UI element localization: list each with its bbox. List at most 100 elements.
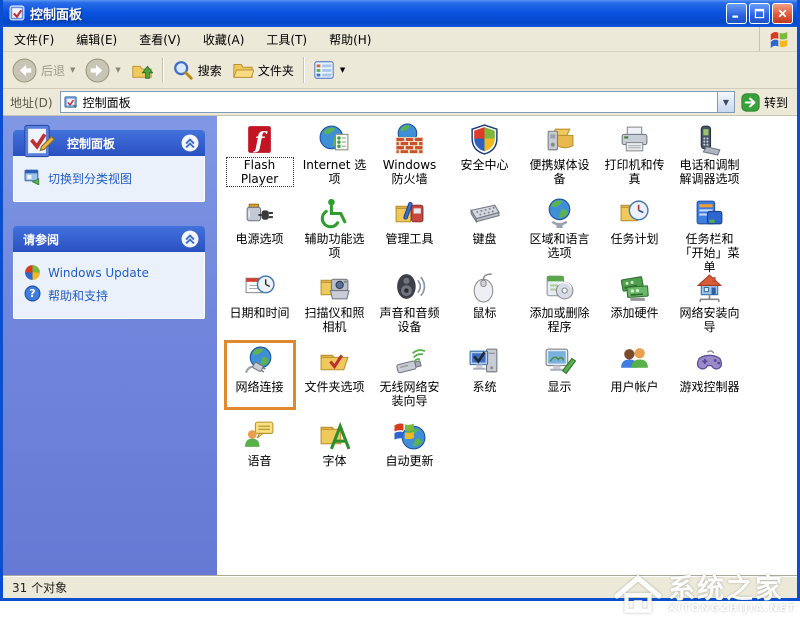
item-label: 扫描仪和照相机 [302,306,368,334]
content-area: fFlash Player Internet 选项 Windows 防火墙安全中心便… [217,116,797,575]
item-display[interactable]: 显示 [527,343,593,407]
portable-media-devices-icon [543,123,576,156]
item-network-connections[interactable]: 网络连接 [227,343,293,407]
watermark: 系统之家 XITONGZHIJIA.NET [612,573,796,617]
item-label: 电源选项 [235,232,283,246]
administrative-tools-icon [393,197,426,230]
sidebar-item-label: 帮助和支持 [48,285,108,304]
main-area: 控制面板 切换到分类视图 请参阅 Windows Update?帮助和支持 fF… [3,116,797,575]
chevron-up-icon[interactable] [181,230,199,248]
item-label: Internet 选项 [302,158,368,186]
up-button[interactable] [126,57,158,83]
mouse-icon [468,271,501,304]
sidebar-item-help-support[interactable]: ? 帮助和支持 [24,285,198,304]
watermark-house-icon [612,573,664,617]
menu-item[interactable]: 文件(F) [3,27,65,52]
menu-item[interactable]: 收藏(A) [192,27,256,52]
folders-button[interactable]: 文件夹 [227,57,299,83]
menu-item[interactable]: 帮助(H) [318,27,382,52]
item-wireless-network-wizard[interactable]: 无线网络安装向导 [377,343,443,408]
item-label: 区域和语言选项 [527,232,593,260]
item-flash-player[interactable]: fFlash Player [227,121,293,186]
address-page-icon [64,95,79,110]
search-button[interactable]: 搜索 [167,57,227,83]
fonts-icon [318,419,351,452]
search-icon [172,59,194,81]
item-label: 语音 [247,454,271,468]
scheduled-tasks-icon [618,197,651,230]
address-input[interactable]: 控制面板 ▼ [60,91,735,113]
sidebar-item-switch-category-view[interactable]: 切换到分类视图 [24,168,198,187]
item-add-hardware[interactable]: 添加硬件 [602,269,668,333]
phone-modem-icon [693,123,726,156]
date-time-icon [243,271,276,304]
item-label: 无线网络安装向导 [377,380,443,408]
minimize-button[interactable] [726,3,747,24]
sidebar-item-windows-update[interactable]: Windows Update [24,264,198,281]
item-label: 电话和调制解调器选项 [677,158,743,186]
close-button[interactable] [772,3,793,24]
item-taskbar-startmenu[interactable]: 任务栏和「开始」菜单 [677,195,743,274]
forward-button[interactable]: ▼ [80,56,125,85]
item-label: 游戏控制器 [679,380,739,394]
add-remove-programs-icon [543,271,576,304]
item-fonts[interactable]: 字体 [302,417,368,481]
item-label: 网络安装向导 [677,306,743,334]
toolbar-separator [162,57,163,83]
item-power-options[interactable]: 电源选项 [227,195,293,259]
display-icon [543,345,576,378]
item-mouse[interactable]: 鼠标 [452,269,518,333]
item-speech[interactable]: 语音 [227,417,293,481]
maximize-button[interactable] [749,3,770,24]
control-panel-clipboard-icon [17,121,57,161]
back-button[interactable]: 后退▼ [7,56,80,85]
item-internet-options[interactable]: Internet 选项 [302,121,368,186]
item-automatic-updates[interactable]: 自动更新 [377,417,443,481]
item-phone-modem[interactable]: 电话和调制解调器选项 [677,121,743,186]
item-network-setup-wizard[interactable]: 网络安装向导 [677,269,743,334]
item-label: 系统 [472,380,496,394]
power-options-icon [243,197,276,230]
menu-item[interactable]: 查看(V) [128,27,192,52]
panel-title: 控制面板 [67,135,181,152]
system-icon [468,345,501,378]
chevron-up-icon[interactable] [181,134,199,152]
item-label: 声音和音频设备 [377,306,443,334]
menu-item[interactable]: 工具(T) [255,27,318,52]
item-system[interactable]: 系统 [452,343,518,407]
item-windows-firewall[interactable]: Windows 防火墙 [377,121,443,186]
item-accessibility-options[interactable]: 辅助功能选项 [302,195,368,260]
item-portable-media-devices[interactable]: 便携媒体设备 [527,121,593,186]
menu-item[interactable]: 编辑(E) [65,27,128,52]
wireless-network-wizard-icon [393,345,426,378]
sidebar-panel-see-also: 请参阅 Windows Update?帮助和支持 [13,226,205,319]
user-accounts-icon [618,345,651,378]
item-keyboard[interactable]: 键盘 [452,195,518,259]
item-sounds-audio[interactable]: 声音和音频设备 [377,269,443,334]
add-hardware-icon [618,271,651,304]
item-scheduled-tasks[interactable]: 任务计划 [602,195,668,259]
item-game-controllers[interactable]: 游戏控制器 [677,343,743,407]
sounds-audio-icon [393,271,426,304]
address-value: 控制面板 [83,94,717,111]
automatic-updates-icon [393,419,426,452]
views-button[interactable]: ▼ [308,57,350,83]
address-dropdown-button[interactable]: ▼ [717,92,734,112]
item-folder-options[interactable]: 文件夹选项 [302,343,368,407]
item-regional-language[interactable]: 区域和语言选项 [527,195,593,260]
svg-text:?: ? [29,287,35,300]
back-icon [12,58,37,83]
taskbar-startmenu-icon [693,197,726,230]
item-administrative-tools[interactable]: 管理工具 [377,195,443,259]
item-security-center[interactable]: 安全中心 [452,121,518,185]
game-controllers-icon [693,345,726,378]
item-user-accounts[interactable]: 用户帐户 [602,343,668,407]
item-date-time[interactable]: 日期和时间 [227,269,293,333]
item-scanners-cameras[interactable]: 扫描仪和照相机 [302,269,368,334]
item-label: 显示 [547,380,571,394]
go-button[interactable]: 转到 [735,93,794,112]
window-title: 控制面板 [30,4,724,23]
item-printers-faxes[interactable]: 打印机和传真 [602,121,668,186]
item-add-remove-programs[interactable]: 添加或删除程序 [527,269,593,334]
scanners-cameras-icon [318,271,351,304]
